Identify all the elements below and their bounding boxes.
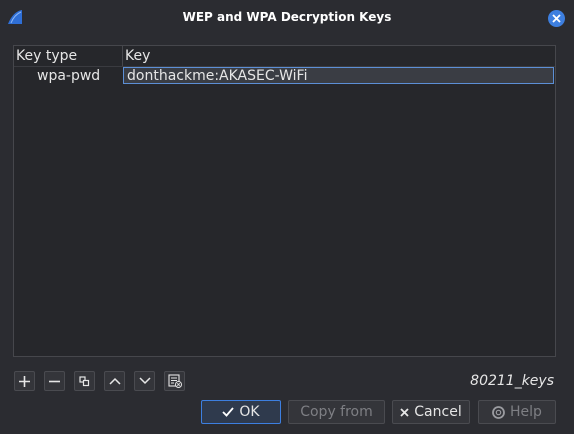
check-icon bbox=[222, 407, 235, 417]
move-down-button[interactable] bbox=[134, 371, 155, 391]
window-title: WEP and WPA Decryption Keys bbox=[182, 10, 392, 24]
column-header-key[interactable]: Key bbox=[123, 46, 555, 66]
copy-icon bbox=[79, 375, 90, 386]
move-up-button[interactable] bbox=[104, 371, 125, 391]
remove-icon bbox=[49, 380, 60, 382]
key-type-cell[interactable]: wpa-pwd bbox=[37, 67, 100, 85]
column-header-key-type[interactable]: Key type bbox=[14, 46, 123, 66]
close-icon bbox=[552, 14, 561, 23]
ok-button[interactable]: OK bbox=[201, 400, 281, 424]
cancel-button-label: Cancel bbox=[414, 404, 462, 420]
remove-key-button[interactable] bbox=[44, 371, 65, 391]
table-row[interactable]: wpa-pwd donthackme:AKASEC-WiFi bbox=[14, 67, 555, 85]
copy-from-button-label: Copy from bbox=[300, 404, 373, 420]
close-button[interactable] bbox=[548, 10, 565, 27]
keys-file-name: 80211_keys bbox=[470, 373, 554, 389]
help-button-label: Help bbox=[510, 404, 542, 420]
title-bar: WEP and WPA Decryption Keys bbox=[0, 0, 574, 35]
clear-keys-button[interactable] bbox=[164, 371, 185, 391]
move-up-icon bbox=[108, 377, 121, 385]
move-down-icon bbox=[138, 377, 151, 385]
ok-button-label: OK bbox=[239, 404, 260, 420]
cancel-button[interactable]: Cancel bbox=[392, 400, 470, 424]
help-lifebuoy-icon bbox=[492, 405, 505, 419]
help-button[interactable]: Help bbox=[478, 400, 556, 424]
table-header: Key type Key bbox=[14, 46, 555, 67]
add-key-button[interactable] bbox=[14, 371, 35, 391]
key-cell-editor[interactable]: donthackme:AKASEC-WiFi bbox=[123, 67, 554, 84]
keys-table[interactable]: Key type Key wpa-pwd donthackme:AKASEC-W… bbox=[13, 45, 556, 357]
cancel-x-icon bbox=[400, 407, 409, 417]
clear-icon bbox=[167, 374, 182, 388]
copy-from-button[interactable]: Copy from bbox=[288, 400, 385, 424]
add-icon bbox=[19, 375, 30, 387]
copy-key-button[interactable] bbox=[74, 371, 95, 391]
